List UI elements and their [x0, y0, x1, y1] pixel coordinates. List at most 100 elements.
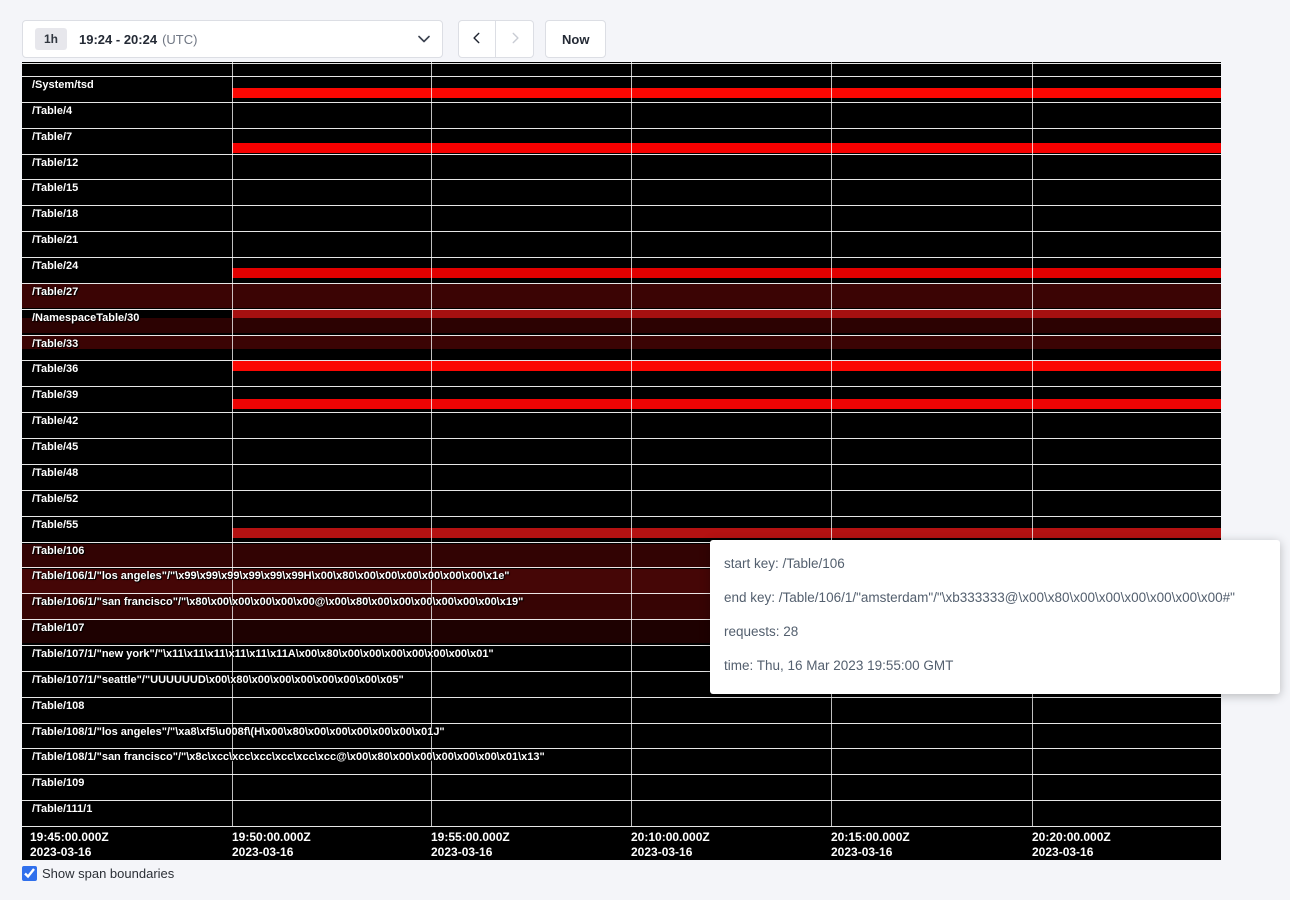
axis-tick-label: 20:10:00.000Z2023-03-16 — [631, 830, 710, 860]
row-label: /Table/4 — [32, 105, 72, 117]
axis-tick-label: 19:50:00.000Z2023-03-16 — [232, 830, 311, 860]
row-label: /Table/48 — [32, 467, 78, 479]
chevron-down-icon — [418, 35, 430, 43]
row-label: /Table/111/1 — [32, 803, 92, 815]
range-timezone: (UTC) — [162, 32, 197, 47]
heat-band — [22, 335, 1221, 349]
span-boundary — [22, 205, 1221, 206]
heat-band — [232, 143, 1221, 153]
range-duration-badge: 1h — [35, 28, 67, 50]
tooltip-time: time: Thu, 16 Mar 2023 19:55:00 GMT — [724, 654, 1266, 678]
chevron-left-icon — [470, 31, 484, 48]
span-boundary — [22, 748, 1221, 749]
toolbar: 1h 19:24 - 20:24 (UTC) Now — [0, 0, 1290, 62]
span-boundary — [22, 490, 1221, 491]
heat-band — [232, 399, 1221, 409]
row-label: /Table/52 — [32, 493, 78, 505]
keyvis-canvas[interactable]: /System/tsd/Table/4/Table/7/Table/12/Tab… — [22, 62, 1221, 860]
axis-tick-time: 19:55:00.000Z — [431, 830, 510, 845]
chevron-right-icon — [508, 31, 522, 48]
next-time-button[interactable] — [496, 20, 534, 58]
span-boundary — [22, 826, 1221, 827]
range-label: 19:24 - 20:24 — [79, 32, 157, 47]
show-span-boundaries-label[interactable]: Show span boundaries — [42, 866, 174, 881]
axis-tick-date: 2023-03-16 — [232, 845, 311, 860]
tooltip-requests: requests: 28 — [724, 620, 1266, 644]
time-range-dropdown[interactable]: 1h 19:24 - 20:24 (UTC) — [22, 20, 443, 58]
row-label: /Table/12 — [32, 157, 78, 169]
axis-tick-date: 2023-03-16 — [831, 845, 910, 860]
heat-band — [232, 361, 1221, 371]
axis-tick-date: 2023-03-16 — [30, 845, 109, 860]
span-boundary — [22, 412, 1221, 413]
row-label: /Table/107/1/"seattle"/"UUUUUUD\x00\x80\… — [32, 674, 404, 686]
now-button[interactable]: Now — [545, 20, 606, 58]
axis-tick-label: 20:15:00.000Z2023-03-16 — [831, 830, 910, 860]
footer: Show span boundaries — [22, 866, 174, 881]
span-boundary — [22, 63, 1221, 64]
show-span-boundaries-checkbox[interactable] — [22, 866, 37, 881]
time-nav-group — [458, 20, 534, 58]
axis-tick-label: 19:55:00.000Z2023-03-16 — [431, 830, 510, 860]
span-boundary — [22, 360, 1221, 361]
heat-band — [232, 268, 1221, 278]
row-label: /Table/39 — [32, 389, 78, 401]
axis-tick-time: 20:15:00.000Z — [831, 830, 910, 845]
span-boundary — [22, 154, 1221, 155]
span-tooltip: start key: /Table/106 end key: /Table/10… — [710, 540, 1280, 694]
row-label: /Table/36 — [32, 363, 78, 375]
heat-band — [232, 309, 1221, 318]
row-label: /Table/108/1/"los angeles"/"\xa8\xf5\u00… — [32, 726, 445, 738]
row-label: /Table/21 — [32, 234, 78, 246]
span-boundary — [22, 697, 1221, 698]
row-label: /Table/108/1/"san francisco"/"\x8c\xcc\x… — [32, 751, 545, 763]
heat-band — [22, 318, 1221, 333]
row-label: /Table/107/1/"new york"/"\x11\x11\x11\x1… — [32, 648, 494, 660]
span-boundary — [22, 335, 1221, 336]
row-label: /Table/108 — [32, 700, 84, 712]
row-label: /Table/45 — [32, 441, 78, 453]
axis-tick-time: 19:45:00.000Z — [30, 830, 109, 845]
time-gridline — [831, 62, 832, 826]
span-boundary — [22, 464, 1221, 465]
row-label: /Table/15 — [32, 182, 78, 194]
row-label: /Table/109 — [32, 777, 84, 789]
span-boundary — [22, 309, 1221, 310]
axis-tick-time: 20:10:00.000Z — [631, 830, 710, 845]
span-boundary — [22, 257, 1221, 258]
axis-tick-label: 20:20:00.000Z2023-03-16 — [1032, 830, 1111, 860]
axis-tick-time: 20:20:00.000Z — [1032, 830, 1111, 845]
row-label: /Table/55 — [32, 519, 78, 531]
time-gridline — [1032, 62, 1033, 826]
heat-band — [232, 88, 1221, 98]
tooltip-end-key: end key: /Table/106/1/"amsterdam"/"\xb33… — [724, 586, 1266, 610]
span-boundary — [22, 179, 1221, 180]
span-boundary — [22, 102, 1221, 103]
heat-band — [22, 284, 1221, 308]
time-gridline — [431, 62, 432, 826]
row-label: /Table/18 — [32, 208, 78, 220]
span-boundary — [22, 723, 1221, 724]
span-boundary — [22, 128, 1221, 129]
span-boundary — [22, 516, 1221, 517]
heat-band — [232, 528, 1221, 538]
axis-tick-label: 19:45:00.000Z2023-03-16 — [30, 830, 109, 860]
time-gridline — [631, 62, 632, 826]
time-gridline — [232, 62, 233, 826]
axis-tick-date: 2023-03-16 — [631, 845, 710, 860]
span-boundary — [22, 438, 1221, 439]
tooltip-start-key: start key: /Table/106 — [724, 552, 1266, 576]
row-label: /System/tsd — [32, 79, 94, 91]
span-boundary — [22, 386, 1221, 387]
axis-tick-time: 19:50:00.000Z — [232, 830, 311, 845]
prev-time-button[interactable] — [458, 20, 496, 58]
axis-tick-date: 2023-03-16 — [431, 845, 510, 860]
axis-tick-date: 2023-03-16 — [1032, 845, 1111, 860]
span-boundary — [22, 774, 1221, 775]
row-label: /Table/24 — [32, 260, 78, 272]
span-boundary — [22, 76, 1221, 77]
span-boundary — [22, 231, 1221, 232]
row-label: /Table/42 — [32, 415, 78, 427]
span-boundary — [22, 283, 1221, 284]
row-label: /Table/7 — [32, 131, 72, 143]
